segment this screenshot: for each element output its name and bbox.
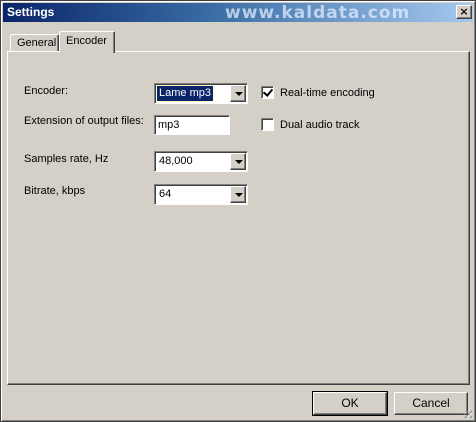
extension-label: Extension of output files: xyxy=(24,115,144,127)
title-bar[interactable]: Settings www.kaldata.com × xyxy=(3,3,473,23)
dual-audio-track-checkbox[interactable] xyxy=(261,118,274,131)
chevron-down-icon[interactable] xyxy=(230,85,246,102)
chevron-down-icon[interactable] xyxy=(230,153,246,170)
dual-audio-track-label[interactable]: Dual audio track xyxy=(280,119,360,131)
tab-encoder[interactable]: Encoder xyxy=(59,31,115,53)
bitrate-label: Bitrate, kbps xyxy=(24,185,86,197)
encoder-label: Encoder: xyxy=(24,85,69,97)
close-icon: × xyxy=(459,5,469,18)
realtime-encoding-label[interactable]: Real-time encoding xyxy=(280,87,375,99)
ok-button[interactable]: OK xyxy=(312,391,388,416)
settings-dialog: Settings www.kaldata.com × General Encod… xyxy=(0,0,476,422)
window-title: Settings xyxy=(7,5,55,19)
encoder-value: Lame mp3 xyxy=(156,85,214,102)
samples-rate-value: 48,000 xyxy=(159,155,193,167)
bitrate-value: 64 xyxy=(159,188,172,200)
tab-general[interactable]: General xyxy=(10,34,59,51)
extension-input[interactable]: mp3 xyxy=(154,115,230,135)
cancel-button[interactable]: Cancel xyxy=(394,392,468,415)
tab-general-label: General xyxy=(17,37,57,49)
samples-rate-select[interactable]: 48,000 xyxy=(154,151,248,172)
close-button[interactable]: × xyxy=(456,5,472,19)
encoder-select[interactable]: Lame mp3 xyxy=(154,83,248,104)
samples-rate-label: Samples rate, Hz xyxy=(24,153,109,165)
checkmark-icon xyxy=(262,86,274,97)
realtime-encoding-checkbox[interactable] xyxy=(261,86,274,99)
watermark-text: www.kaldata.com xyxy=(225,3,411,23)
bitrate-select[interactable]: 64 xyxy=(154,184,248,205)
chevron-down-icon[interactable] xyxy=(230,186,246,203)
tab-encoder-label: Encoder xyxy=(66,35,107,47)
